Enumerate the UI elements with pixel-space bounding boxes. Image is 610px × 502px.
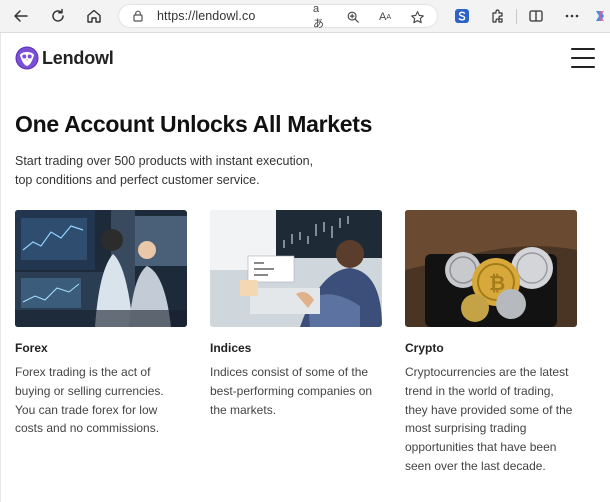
hero-subtitle: Start trading over 500 products with ins…: [15, 152, 335, 190]
text-size-icon[interactable]: AA: [377, 9, 393, 25]
card-description: Forex trading is the act of buying or se…: [15, 365, 164, 436]
menu-line: [571, 57, 595, 59]
browser-toolbar: https://lendowl.co aあ AA: [0, 0, 610, 33]
read-aloud-icon[interactable]: aあ: [313, 3, 329, 30]
home-button[interactable]: [82, 5, 106, 27]
arrow-left-icon: [14, 10, 28, 22]
market-card-forex[interactable]: Forex Forex trading is the act of buying…: [15, 210, 187, 435]
brand-name: Lendowl: [42, 47, 114, 68]
puzzle-icon: [492, 9, 503, 23]
webpage: Lendowl One Account Unlocks All Markets …: [0, 33, 610, 502]
card-description: Cryptocurrencies are the latest trend in…: [405, 365, 573, 473]
split-screen-icon: [529, 10, 543, 22]
split-screen-button[interactable]: [524, 5, 548, 27]
hero-subtitle-line-2: top conditions and perfect customer serv…: [15, 173, 260, 187]
lock-icon: [133, 10, 143, 22]
url-text: https://lendowl.co: [157, 9, 256, 23]
copilot-button[interactable]: [590, 5, 610, 27]
owl-logo-icon: [15, 46, 39, 70]
card-description: Indices consist of some of the best-perf…: [210, 365, 373, 417]
market-card-indices[interactable]: Indices Indices consist of some of the b…: [210, 210, 382, 417]
hero-title: One Account Unlocks All Markets: [15, 111, 373, 137]
card-title: Forex: [15, 341, 48, 355]
copilot-icon: [596, 11, 604, 21]
forex-image: [15, 210, 187, 327]
market-card-crypto[interactable]: ₿ Crypto Cryptocurrencies are the latest…: [405, 210, 577, 473]
hero-subtitle-line-1: Start trading over 500 products with ins…: [15, 154, 314, 168]
menu-line: [571, 66, 595, 68]
extension-s-icon: [455, 9, 469, 23]
more-menu-button[interactable]: [560, 5, 584, 27]
address-bar[interactable]: https://lendowl.co aあ AA: [118, 3, 438, 30]
card-title: Crypto: [405, 341, 444, 355]
indices-image: [210, 210, 382, 327]
crypto-image: ₿: [405, 210, 577, 327]
zoom-icon[interactable]: [345, 9, 361, 25]
favorite-star-icon[interactable]: [409, 9, 425, 25]
home-icon: [87, 9, 101, 23]
back-button[interactable]: [9, 5, 33, 27]
menu-line: [571, 48, 595, 50]
hamburger-menu-button[interactable]: [571, 48, 595, 68]
extension-s-button[interactable]: [450, 5, 474, 27]
site-logo[interactable]: Lendowl: [15, 46, 114, 70]
card-title: Indices: [210, 341, 252, 355]
more-dots-icon: [565, 14, 579, 18]
toolbar-divider: [516, 9, 517, 24]
refresh-button[interactable]: [46, 5, 70, 27]
refresh-icon: [52, 8, 64, 22]
extensions-button[interactable]: [486, 5, 510, 27]
